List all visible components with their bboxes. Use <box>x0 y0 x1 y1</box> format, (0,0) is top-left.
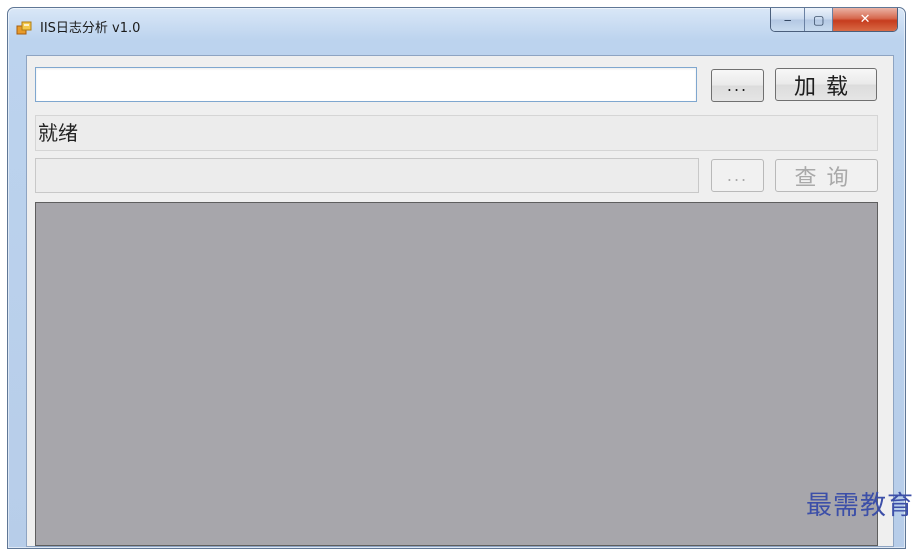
caption-buttons: ‒ ▢ ✕ <box>770 8 898 32</box>
close-icon: ✕ <box>859 12 871 27</box>
minimize-button[interactable]: ‒ <box>771 8 806 31</box>
query-button[interactable]: 查询 <box>775 159 878 192</box>
form-client-area: ... 加载 就绪 ... 查询 <box>26 55 894 547</box>
app-icon <box>16 20 32 36</box>
close-button[interactable]: ✕ <box>833 8 897 31</box>
maximize-icon: ▢ <box>813 12 825 27</box>
load-button[interactable]: 加载 <box>775 68 877 101</box>
minimize-icon: ‒ <box>783 12 792 27</box>
results-grid[interactable] <box>35 202 878 546</box>
watermark-text: 最需教育 <box>805 491 914 521</box>
app-window: IIS日志分析 v1.0 ‒ ▢ ✕ ... 加载 就绪 ... 查询 <box>7 7 906 549</box>
maximize-button[interactable]: ▢ <box>805 8 834 31</box>
query-browse-button[interactable]: ... <box>711 159 764 192</box>
log-path-input[interactable] <box>35 67 697 102</box>
query-input[interactable] <box>35 158 699 193</box>
browse-button[interactable]: ... <box>711 69 764 102</box>
window-title: IIS日志分析 v1.0 <box>40 21 141 36</box>
status-label: 就绪 <box>35 115 878 151</box>
title-bar[interactable]: IIS日志分析 v1.0 ‒ ▢ ✕ <box>8 8 905 44</box>
